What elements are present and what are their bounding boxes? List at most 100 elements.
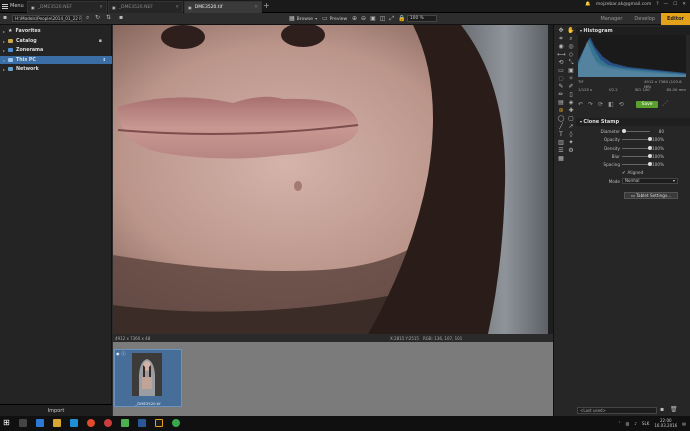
zoner-icon[interactable] (154, 419, 163, 427)
zoom-in-icon[interactable]: ⊕ (352, 16, 357, 22)
volume-icon[interactable]: ♪ (634, 421, 637, 426)
network-tray-icon[interactable]: ▥ (626, 421, 630, 426)
zoom-tool-icon[interactable]: ⌕ (567, 35, 575, 42)
magic-wand-icon[interactable]: ✧ (567, 75, 575, 82)
revert-icon[interactable]: ⟲ (619, 101, 624, 108)
compare-icon[interactable]: ◧ (608, 101, 614, 108)
maximize-icon[interactable]: ☐ (673, 2, 677, 7)
pencil-tool-icon[interactable]: ✏ (557, 91, 565, 98)
clone-stamp-icon[interactable]: ⊛ (557, 107, 565, 114)
expand-icon[interactable]: ▸ (3, 58, 5, 63)
straighten-tool-icon[interactable]: ⟷ (557, 51, 566, 58)
shape-tool-icon[interactable]: ▢ (567, 115, 575, 122)
density-slider[interactable] (622, 146, 652, 150)
fullscreen-icon[interactable]: ⤢ (389, 16, 394, 22)
resize-tool-icon[interactable]: ⤡ (567, 59, 575, 66)
tablet-settings-button[interactable]: ▭ Tablet Settings... (624, 192, 678, 199)
blur-slider[interactable] (622, 154, 652, 158)
move-tool-icon[interactable]: ✥ (557, 27, 565, 34)
save-button[interactable]: Save (636, 101, 658, 108)
rotate-tool-icon[interactable]: ⟲ (557, 59, 565, 66)
sort-icon[interactable]: ⇅ (106, 15, 111, 21)
grid-tool-icon[interactable]: ▦ (557, 155, 565, 162)
messenger-icon[interactable] (171, 419, 180, 427)
redo-icon[interactable]: ↷ (588, 101, 593, 108)
new-folder-icon[interactable]: ▪ (119, 15, 123, 21)
slider-knob[interactable] (648, 146, 652, 150)
tab-file-3[interactable]: ▣ DME3520.tif ✕ (184, 1, 262, 13)
fill-tool-icon[interactable]: ◈ (567, 99, 575, 106)
menu-button[interactable]: Menu (2, 3, 24, 9)
slider-value[interactable]: 100% (652, 137, 664, 142)
close-window-icon[interactable]: ✕ (682, 2, 686, 7)
slider-value[interactable]: 100% (652, 154, 664, 159)
text-tool-icon[interactable]: T (557, 131, 565, 138)
task-view-icon[interactable] (18, 419, 27, 427)
line-tool-icon[interactable]: ╱ (557, 123, 565, 130)
eraser-tool-icon[interactable]: ▯ (567, 91, 575, 98)
language-indicator[interactable]: SLK (642, 421, 649, 426)
healing-brush-icon[interactable]: ✚ (567, 107, 575, 114)
save-preset-icon[interactable]: ▪ (660, 407, 664, 413)
preset-select[interactable]: <Last used> (577, 407, 657, 414)
close-icon[interactable]: ✕ (254, 5, 258, 10)
actual-size-icon[interactable]: ◫ (380, 16, 386, 22)
close-icon[interactable]: ✕ (175, 5, 179, 10)
delete-preset-icon[interactable]: 🗑 (670, 407, 678, 413)
effects-tool-icon[interactable]: ✦ (567, 139, 575, 146)
mode-editor[interactable]: Editor (661, 13, 690, 25)
brush-tool-icon[interactable]: ✎ (557, 83, 565, 90)
file-explorer-icon[interactable] (52, 419, 61, 427)
color-picker-icon[interactable]: ◎ (567, 43, 575, 50)
search-icon[interactable]: ⌕ (86, 15, 89, 21)
sidebar-item-favorites[interactable]: ▸ ★ Favorites (0, 27, 112, 35)
crop-tool-icon[interactable]: ⌗ (557, 35, 565, 42)
ellipse-tool-icon[interactable]: ◯ (557, 115, 565, 122)
spacing-slider[interactable] (622, 162, 652, 166)
sidebar-item-this-pc[interactable]: ▸ This PC ⇕ (0, 56, 112, 64)
zoom-select[interactable]: 100 % (407, 15, 437, 22)
sidebar-item-network[interactable]: ▸ Network (0, 65, 112, 73)
tab-file-1[interactable]: ▣ _DME3520.NEF ✕ (27, 1, 107, 13)
expand-icon[interactable]: ▸ (3, 39, 5, 44)
preview-button[interactable]: ▭ Preview (322, 15, 347, 23)
minimize-icon[interactable]: — (664, 2, 669, 7)
slider-knob[interactable] (648, 137, 652, 141)
slider-value[interactable]: 100% (652, 162, 664, 167)
opacity-slider[interactable] (622, 137, 652, 141)
browse-button[interactable]: ▦ Browse ▾ (289, 15, 317, 23)
notifications-icon[interactable]: ▤ (682, 421, 686, 426)
windows-start-icon[interactable]: ⊞ (3, 419, 10, 427)
sidebar-item-catalog[interactable]: ▸ Catalog ▪ (0, 37, 112, 45)
refresh-icon[interactable]: ↻ (95, 15, 100, 21)
expand-icon[interactable]: ▸ (3, 67, 5, 72)
folder-icon[interactable]: ▪ (3, 15, 7, 21)
sidebar-item-zonerama[interactable]: ▸ Zonerama (0, 46, 112, 54)
new-tab-button[interactable]: + (263, 2, 270, 10)
expand-icon[interactable]: ▸ (3, 48, 5, 53)
image-viewer[interactable] (113, 25, 548, 334)
bell-icon[interactable]: 🔔 (585, 2, 591, 7)
help-icon[interactable]: ? (656, 2, 658, 7)
frame-tool-icon[interactable]: ▥ (557, 139, 565, 146)
gradient-tool-icon[interactable]: ▤ (557, 99, 565, 106)
fx-tool-icon[interactable]: ☰ (557, 147, 565, 154)
folder-add-icon[interactable]: ▪ (99, 38, 102, 44)
slider-knob[interactable] (622, 129, 626, 133)
arrow-tool-icon[interactable]: ↗ (567, 123, 575, 130)
mode-manager[interactable]: Manager (594, 13, 628, 25)
word-icon[interactable] (137, 419, 146, 427)
lock-icon[interactable]: 🔒 (398, 16, 405, 22)
expand-icon[interactable]: ▸ (3, 29, 5, 34)
sort-arrows-icon[interactable]: ⇕ (103, 57, 106, 63)
settings-tool-icon[interactable]: ⚙ (567, 147, 575, 154)
slider-knob[interactable] (648, 162, 652, 166)
edge-browser-icon[interactable] (35, 419, 44, 427)
opera-icon[interactable] (103, 419, 112, 427)
user-email[interactable]: mojzebar.ak@gmail.com (596, 2, 651, 7)
clone-stamp-header[interactable]: ▾ Clone Stamp (576, 118, 690, 126)
histogram-header[interactable]: ▾ Histogram (576, 27, 690, 35)
chrome-icon[interactable] (86, 419, 95, 427)
slider-knob[interactable] (648, 154, 652, 158)
rect-select-icon[interactable]: ▭ (557, 67, 565, 74)
